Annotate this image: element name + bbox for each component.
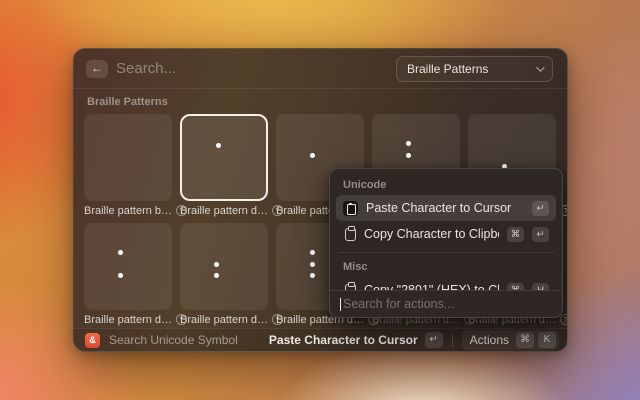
action-item-label: Paste Character to Cursor [366, 201, 524, 215]
tile-label: Braille pattern b…? [84, 204, 172, 217]
top-bar: ← Search... Braille Patterns [74, 49, 567, 89]
actions-search-placeholder: Search for actions... [343, 297, 454, 311]
tile-label: Braille pattern d…? [84, 313, 172, 326]
action-item-copy-character[interactable]: Copy Character to Clipboard ⌘ ↵ [336, 221, 556, 247]
category-dropdown-value: Braille Patterns [407, 62, 488, 76]
braille-tile[interactable] [84, 223, 172, 310]
extension-icon: & [85, 333, 100, 348]
status-bar: & Search Unicode Symbol Paste Character … [74, 328, 567, 351]
action-item-label: Copy "2801" (HEX) to Clipboard [364, 283, 499, 290]
return-key-badge: ↵ [425, 332, 443, 348]
primary-action-button[interactable]: Paste Character to Cursor [269, 333, 418, 347]
braille-dot [310, 273, 315, 278]
braille-dot [118, 273, 123, 278]
cmd-key-badge: ⌘ [516, 332, 534, 348]
panel-section-title: Unicode [336, 175, 556, 195]
actions-button-label: Actions [470, 333, 509, 347]
category-dropdown[interactable]: Braille Patterns [396, 56, 553, 82]
braille-dot [406, 153, 411, 158]
panel-section-title: Misc [336, 257, 556, 277]
braille-tile[interactable] [180, 223, 268, 310]
action-item-copy-hex[interactable]: Copy "2801" (HEX) to Clipboard ⌘ H [336, 277, 556, 290]
braille-tile[interactable] [84, 114, 172, 201]
paste-icon [343, 201, 358, 216]
text-caret [340, 298, 341, 311]
braille-dot [406, 141, 411, 146]
braille-dot [310, 262, 315, 267]
grid-cell: Braille pattern d…? [180, 114, 268, 217]
section-title: Braille Patterns [87, 96, 168, 108]
tile-label: Braille pattern d…? [180, 204, 268, 217]
braille-dot [118, 250, 123, 255]
grid-cell: Braille pattern d…? [180, 223, 268, 326]
tile-label: Braille pattern d…? [180, 313, 268, 326]
actions-search-input[interactable]: Search for actions... [330, 290, 562, 317]
h-key-badge: H [532, 283, 549, 291]
action-item-label: Copy Character to Clipboard [364, 227, 499, 241]
return-key-badge: ↵ [532, 201, 549, 216]
launcher-window: ← Search... Braille Patterns Braille Pat… [73, 48, 568, 352]
braille-dot [214, 262, 219, 267]
braille-dot [310, 250, 315, 255]
chevron-down-icon [536, 63, 544, 71]
search-input[interactable]: Search... [116, 60, 176, 77]
braille-dot [310, 153, 315, 158]
grid-cell: Braille pattern b…? [84, 114, 172, 217]
back-arrow-icon: ← [91, 61, 103, 75]
statusbar-divider [452, 334, 453, 347]
panel-divider [338, 252, 554, 253]
clipboard-icon [345, 228, 356, 241]
braille-dot [216, 143, 221, 148]
cmd-key-badge: ⌘ [507, 227, 524, 242]
return-key-badge: ↵ [532, 227, 549, 242]
desktop: { "topbar": { "search_placeholder": "Sea… [0, 0, 640, 400]
app-label: Search Unicode Symbol [109, 333, 269, 347]
back-button[interactable]: ← [86, 60, 108, 78]
actions-button[interactable]: Actions ⌘ K [462, 330, 559, 350]
action-item-paste-character[interactable]: Paste Character to Cursor ↵ [336, 195, 556, 221]
grid-cell: Braille pattern d…? [84, 223, 172, 326]
action-panel-list: Unicode Paste Character to Cursor ↵ Copy… [330, 169, 562, 290]
action-panel: Unicode Paste Character to Cursor ↵ Copy… [329, 168, 563, 318]
cmd-key-badge: ⌘ [507, 283, 524, 291]
braille-dot [214, 273, 219, 278]
k-key-badge: K [538, 332, 556, 348]
braille-tile-selected[interactable] [180, 114, 268, 201]
